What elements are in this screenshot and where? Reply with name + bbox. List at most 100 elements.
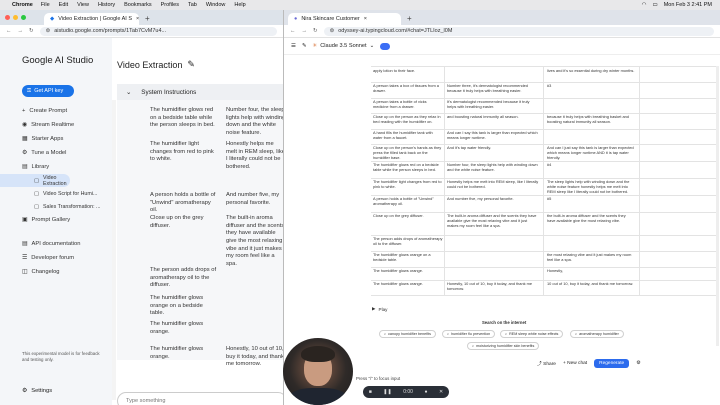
battery-icon[interactable]: ▭: [652, 2, 657, 8]
search-suggestion-chip[interactable]: ⌕ aromatherapy humidifier: [570, 330, 624, 338]
focus-hint: Press "/" to focus input: [356, 376, 401, 381]
forward-icon[interactable]: →: [302, 28, 308, 34]
prompt-cell[interactable]: The built-in aroma diffuser and the scen…: [226, 215, 283, 268]
table-cell: Honestly,: [547, 268, 563, 273]
suggestion-label: canopy humidifier benefits: [388, 332, 431, 336]
menu-tab[interactable]: Tab: [188, 2, 197, 8]
menu-file[interactable]: File: [41, 2, 50, 8]
menu-profiles[interactable]: Profiles: [161, 2, 179, 8]
close-window-button[interactable]: [5, 15, 10, 20]
site-info-icon[interactable]: ⊜: [46, 28, 51, 34]
search-suggestion-chip[interactable]: ⌕ humidifier flu prevention: [442, 330, 496, 338]
system-instructions-panel[interactable]: ⌄ System Instructions: [117, 84, 283, 100]
prompt-cell[interactable]: Number four, the sleep lights help with …: [226, 107, 283, 138]
tab-video-extraction[interactable]: ◆ Video Extraction | Google AI S ×: [44, 13, 139, 25]
sidebar-item-label: Stream Realtime: [31, 122, 75, 128]
sidebar-item-tune-model[interactable]: ⚙ Tune a Model: [0, 146, 112, 160]
new-chat-button[interactable]: + New chat: [563, 361, 587, 366]
menu-history[interactable]: History: [98, 2, 115, 8]
regenerate-button[interactable]: Regenerate: [594, 359, 630, 368]
library-item-sales-transformation[interactable]: ▢ Sales Transformation: ...: [0, 200, 112, 213]
settings-button[interactable]: ⚙ Settings: [22, 388, 52, 394]
new-tab-button[interactable]: +: [407, 14, 412, 23]
pause-icon[interactable]: ❚❚: [383, 389, 391, 395]
new-tab-button[interactable]: +: [145, 14, 150, 23]
window-controls: [5, 15, 26, 20]
table-cell: And can I just say this tank is larger t…: [547, 145, 634, 160]
brand-title[interactable]: Google AI Studio: [0, 38, 112, 73]
table-cell: lives and it's so essential during dry w…: [547, 68, 635, 73]
sidebar-item-prompt-gallery[interactable]: ▣ Prompt Gallery: [0, 213, 112, 227]
prompt-cell[interactable]: Close up on the grey diffuser.: [150, 215, 217, 230]
mic-icon[interactable]: ●: [424, 389, 427, 395]
sidebar-item-stream-realtime[interactable]: ◉ Stream Realtime: [0, 118, 112, 132]
prompt-cell[interactable]: The humidifier glows orange.: [150, 321, 217, 336]
share-button[interactable]: ⤴ Share: [537, 360, 556, 367]
menu-icon[interactable]: ☰: [291, 43, 296, 49]
menubar-status: ◠ ▭ Mon Feb 3 2:41 PM: [642, 2, 712, 8]
address-field[interactable]: ⊜ odyssey-ai.typingcloud.com/#chat=JTLIo…: [323, 26, 714, 36]
zoom-window-button[interactable]: [21, 15, 26, 20]
reload-icon[interactable]: ↻: [313, 28, 318, 34]
prompt-cell[interactable]: Honestly helps me melt in REM sleep, lik…: [226, 141, 283, 172]
sidebar-item-api-docs[interactable]: ▤ API documentation: [0, 237, 112, 251]
wifi-icon[interactable]: ◠: [642, 2, 647, 8]
plus-icon: +: [22, 108, 26, 114]
menu-help[interactable]: Help: [234, 2, 245, 8]
site-info-icon[interactable]: ⊜: [330, 28, 335, 34]
tab-close-icon[interactable]: ×: [136, 16, 139, 22]
sidebar-item-developer-forum[interactable]: ☰ Developer forum: [0, 251, 112, 265]
edit-pencil-icon[interactable]: ✎: [187, 59, 195, 70]
tab-title: Video Extraction | Google AI S: [58, 16, 133, 22]
search-suggestion-chip[interactable]: ⌕ canopy humidifier benefits: [379, 330, 436, 338]
library-item-video-extraction[interactable]: ▢ Video Extraction: [0, 174, 70, 187]
prompt-cell[interactable]: A person holds a bottle of "Unwind" arom…: [150, 192, 217, 215]
tools-toggle[interactable]: [380, 42, 391, 50]
address-field[interactable]: ⊜ aistudio.google.com/prompts/1Tab7CvM7u…: [39, 26, 277, 36]
sidebar-item-changelog[interactable]: ◫ Changelog: [0, 265, 112, 279]
tab-close-icon[interactable]: ×: [364, 16, 367, 22]
sidebar-item-library[interactable]: ▤ Library: [0, 160, 112, 174]
reload-icon[interactable]: ↻: [29, 28, 34, 34]
library-item-label: Video Script for Humi...: [43, 190, 98, 197]
play-button[interactable]: ▶ Play: [372, 306, 387, 312]
menu-bookmarks[interactable]: Bookmarks: [124, 2, 152, 8]
menu-view[interactable]: View: [77, 2, 89, 8]
prompt-input[interactable]: Type something: [117, 392, 283, 405]
forward-icon[interactable]: →: [18, 28, 24, 34]
search-suggestion-chip[interactable]: ⌕ REM sleep white noise effects: [500, 330, 564, 338]
compose-icon[interactable]: ✎: [302, 43, 307, 49]
prompt-cell[interactable]: The humidifier glows orange.: [150, 346, 217, 361]
minimize-window-button[interactable]: [13, 15, 18, 20]
menu-edit[interactable]: Edit: [59, 2, 68, 8]
settings-icon[interactable]: ⚙: [636, 361, 640, 366]
prompt-scrollbar[interactable]: [112, 100, 116, 400]
prompt-cell[interactable]: The humidifier glows orange on a bedside…: [150, 295, 217, 318]
model-selector[interactable]: ✳ Claude 3.5 Sonnet ⌄: [313, 43, 375, 49]
trash-icon[interactable]: ✕: [439, 389, 443, 395]
back-icon[interactable]: ←: [290, 28, 296, 34]
clock[interactable]: Mon Feb 3 2:41 PM: [664, 2, 712, 8]
table-cell: The humidifier light changes from red to…: [373, 179, 442, 189]
search-suggestion-chip[interactable]: ⌕ moisturizing humidifier skin benefits: [467, 342, 540, 350]
page-title-text[interactable]: Video Extraction: [117, 60, 182, 70]
library-item-video-script[interactable]: ▢ Video Script for Humi...: [0, 187, 112, 200]
chat-scrollbar[interactable]: [716, 66, 719, 346]
sidebar-item-create-prompt[interactable]: + Create Prompt: [0, 104, 112, 118]
prompt-cell[interactable]: The humidifier glows red on a bedside ta…: [150, 107, 217, 130]
menubar-app-name[interactable]: Chrome: [12, 2, 33, 8]
sidebar-item-starter-apps[interactable]: ▦ Starter Apps: [0, 132, 112, 146]
prompt-cell[interactable]: Honestly, 10 out of 10, buy it today, an…: [226, 346, 283, 369]
table-cell: 10 out of 10, buy it today, and thank me…: [547, 281, 634, 286]
prompt-cell[interactable]: And number five, my personal favorite.: [226, 192, 283, 207]
get-api-key-button[interactable]: ⚿ Get API key: [22, 85, 74, 97]
prompt-cell[interactable]: The person adds drops of aromatherapy oi…: [150, 267, 217, 290]
back-icon[interactable]: ←: [6, 28, 12, 34]
table-cell: Honestly, 10 out of 10, buy it today, an…: [447, 281, 533, 291]
menu-window[interactable]: Window: [206, 2, 226, 8]
prompt-cell[interactable]: The humidifier light changes from red to…: [150, 141, 217, 164]
sidebar-item-label: Create Prompt: [29, 108, 68, 114]
tab-nira-skincare[interactable]: ● Nira Skincare Customer ×: [288, 13, 401, 25]
record-icon[interactable]: ■: [369, 389, 372, 395]
